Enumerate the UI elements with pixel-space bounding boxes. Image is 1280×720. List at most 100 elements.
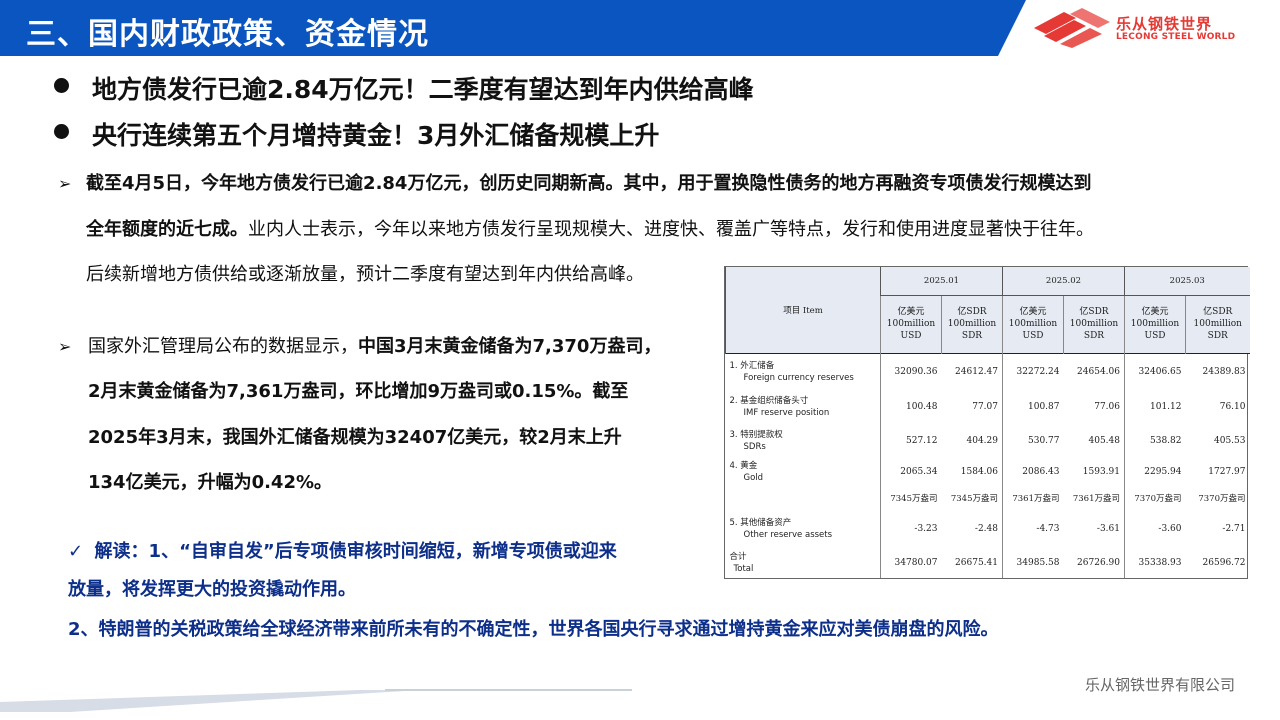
table-cell: 24612.47 <box>955 366 998 377</box>
unit-sdr-cn: 亿SDR <box>957 307 987 317</box>
unit-sdr-code: SDR <box>1083 331 1105 341</box>
unit-usd-scale: 100million <box>886 319 936 329</box>
para2-line3: 2025年3月末，我国外汇储备规模为32407亿美元，较2月末上升 <box>88 426 622 450</box>
unit-usd-code: USD <box>1022 331 1044 341</box>
row-label-cn: 3. 特别提款权 <box>729 429 783 440</box>
lecong-logo-icon <box>1034 8 1110 48</box>
row-label-cn: 1. 外汇储备 <box>729 360 775 371</box>
table-cell: 77.06 <box>1094 402 1120 413</box>
table-cell: 7370万盎司 <box>1198 494 1246 505</box>
para2-line4-text: 134亿美元，升幅为0.42%。 <box>88 472 333 493</box>
interpretation-line2-text: 放量，将发挥更大的投资撬动作用。 <box>68 579 356 600</box>
para1-line3: 后续新增地方债供给或逐渐放量，预计二季度有望达到年内供给高峰。 <box>86 264 644 285</box>
unit-usd-cn: 亿美元 <box>897 307 925 317</box>
table-cell: 405.53 <box>1214 435 1246 446</box>
table-cell: 1584.06 <box>960 467 998 477</box>
table-cell: -2.48 <box>974 523 998 534</box>
table-cell: 76.10 <box>1219 402 1246 413</box>
unit-sdr-scale: 100million <box>1069 319 1119 329</box>
table-cell: 1727.97 <box>1208 467 1246 477</box>
fx-reserves-grid: 项目 Item 2025.01 2025.02 2025.03 亿美元 100mi… <box>725 267 1250 578</box>
table-cell: 7370万盎司 <box>1124 486 1186 511</box>
row-label-cn: 2. 基金组织储备头寸 <box>729 396 809 407</box>
interpretation-line2: 放量，将发挥更大的投资撬动作用。 <box>68 578 356 602</box>
table-cell: -3.23 <box>880 510 942 548</box>
headline-gold-reserves: 央行连续第五个月增持黄金！3月外汇储备规模上升 <box>54 116 814 150</box>
table-row: 2. 基金组织储备头寸 IMF reserve position 100.48 77.… <box>726 390 1250 424</box>
headline-text: 央行连续第五个月增持黄金！3月外汇储备规模上升 <box>92 121 660 150</box>
table-cell: 24389.83 <box>1202 366 1246 377</box>
unit-usd-cn: 亿美元 <box>1141 307 1169 317</box>
table-cell: 100.87 <box>1002 390 1064 424</box>
unit-usd-header: 亿美元 100million USD <box>880 294 942 353</box>
table-cell: -3.60 <box>1124 510 1186 548</box>
row-label-cn: 4. 黄金 <box>729 461 758 471</box>
interpretation-line1: ✓ 解读：1、“自审自发”后专项债审核时间缩短，新增专项债或迎来 <box>68 540 617 564</box>
interpretation-line1-text: 解读：1、“自审自发”后专项债审核时间缩短，新增专项债或迎来 <box>94 541 617 562</box>
unit-sdr-header: 亿SDR 100million SDR <box>941 294 1003 353</box>
unit-usd-header: 亿美元 100million USD <box>1002 294 1064 353</box>
row-label-en: IMF reserve position <box>743 408 830 419</box>
para1-line1: 截至4月5日，今年地方债发行已逾2.84万亿元，创历史同期新高。其中，用于置换隐… <box>86 172 1091 196</box>
table-cell: -2.71 <box>1222 523 1246 534</box>
footer-company-name: 乐从钢铁世界有限公司 <box>1085 676 1236 694</box>
row-label: 合计 Total <box>726 547 881 578</box>
unit-sdr-cn: 亿SDR <box>1079 307 1109 317</box>
table-row: 3. 特别提款权 SDRs 527.12 404.29 530.77 405.48 538.… <box>726 423 1250 458</box>
row-label-en: Other reserve assets <box>743 529 833 540</box>
table-month-row: 项目 Item 2025.01 2025.02 2025.03 <box>725 267 1250 353</box>
para1-line1-text: 截至4月5日，今年地方债发行已逾2.84万亿元，创历史同期新高。其中，用于置换隐… <box>86 173 1092 194</box>
unit-usd-code: USD <box>900 331 922 341</box>
table-item-header: 项目 Item <box>725 267 881 353</box>
unit-usd-scale: 100million <box>1130 319 1180 329</box>
table-cell: 7361万盎司 <box>1002 486 1064 511</box>
table-cell: 7345万盎司 <box>880 486 942 511</box>
table-cell: 24654.06 <box>1077 366 1120 377</box>
row-label-en: Gold <box>743 473 764 483</box>
table-cell: -3.61 <box>1096 523 1120 534</box>
table-cell: 2295.94 <box>1124 457 1186 487</box>
row-label-en: Total <box>733 563 754 574</box>
para1-line2-rest: 业内人士表示，今年以来地方债发行呈现规模大、进度快、覆盖广等特点，发行和使用进度… <box>248 219 1094 240</box>
table-cell: 34780.07 <box>880 547 942 578</box>
unit-sdr-header: 亿SDR 100million SDR <box>1185 294 1250 353</box>
arrow-bullet-icon: ➢ <box>58 174 72 193</box>
table-month-header: 2025.01 <box>880 267 1003 295</box>
table-cell: 530.77 <box>1002 423 1064 458</box>
check-icon: ✓ <box>68 541 84 562</box>
table-cell: 405.48 <box>1088 435 1121 446</box>
interpretation-line3: 2、特朗普的关税政策给全球经济带来前所未有的不确定性，世界各国央行寻求通过增持黄… <box>68 618 999 642</box>
table-cell: 2086.43 <box>1002 457 1064 487</box>
para2-line4: 134亿美元，升幅为0.42%。 <box>88 471 332 495</box>
table-cell: 26675.41 <box>955 557 998 568</box>
table-cell: 32272.24 <box>1002 353 1064 391</box>
table-cell: 2065.34 <box>880 457 942 487</box>
row-label: 2. 基金组织储备头寸 IMF reserve position <box>726 390 881 424</box>
para2-line1: 国家外汇管理局公布的数据显示，中国3月末黄金储备为7,370万盎司， <box>88 335 661 359</box>
bullet-icon <box>54 78 69 93</box>
table-cell: 101.12 <box>1124 390 1186 424</box>
table-cell: 26726.90 <box>1077 557 1120 568</box>
table-cell: 7345万盎司 <box>950 494 998 505</box>
page-title: 三、国内财政政策、资金情况 <box>26 17 429 52</box>
table-cell: 35338.93 <box>1124 547 1186 578</box>
logo-chinese-name: 乐从钢铁世界 <box>1116 15 1213 33</box>
row-label-en: SDRs <box>743 441 766 452</box>
para1-line2-bold: 全年额度的近七成。 <box>86 219 248 240</box>
row-label-cn: 5. 其他储备资产 <box>729 517 792 528</box>
row-label: 5. 其他储备资产 Other reserve assets <box>726 510 881 547</box>
unit-sdr-scale: 100million <box>947 319 997 329</box>
unit-sdr-code: SDR <box>1207 331 1228 341</box>
para2-line3-text: 2025年3月末，我国外汇储备规模为32407亿美元，较2月末上升 <box>88 427 622 448</box>
row-label: 4. 黄金 Gold <box>726 458 881 486</box>
unit-usd-cn: 亿美元 <box>1019 307 1047 317</box>
table-row: 4. 黄金 Gold 2065.34 1584.06 2086.43 1593.91 229… <box>726 457 1250 487</box>
table-cell: 527.12 <box>880 423 942 458</box>
row-label: 3. 特别提款权 SDRs <box>726 424 881 458</box>
para2-line2: 2月末黄金储备为7,361万盎司，环比增加9万盎司或0.15%。截至 <box>88 380 628 404</box>
table-cell: 7361万盎司 <box>1072 494 1120 505</box>
row-label: 1. 外汇储备 Foreign currency reserves <box>726 353 881 390</box>
table-cell: 1593.91 <box>1082 467 1120 477</box>
table-cell: 26596.72 <box>1202 557 1246 568</box>
table-body: 1. 外汇储备 Foreign currency reserves 32090.36… <box>726 353 1250 578</box>
